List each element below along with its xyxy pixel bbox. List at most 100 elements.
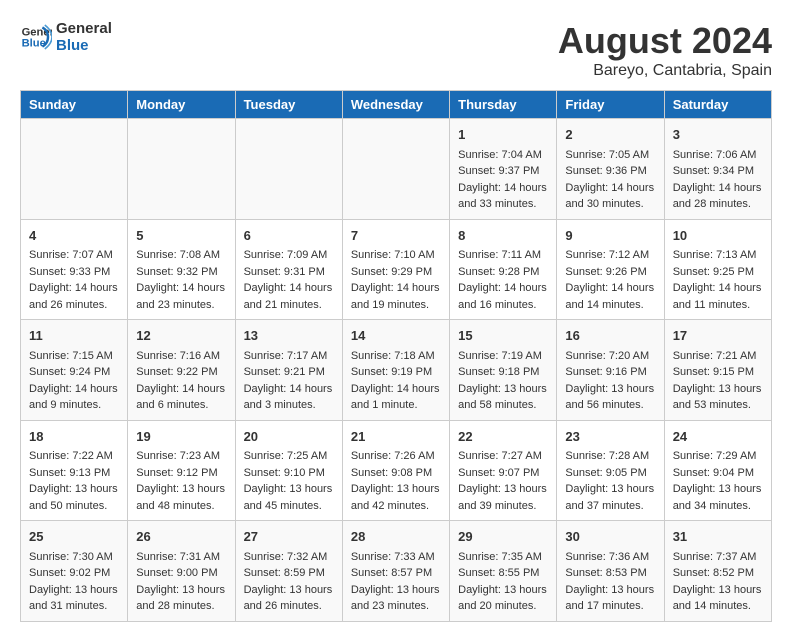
page-header: General Blue General Blue August 2024 Ba…: [20, 20, 772, 80]
calendar-cell: 23Sunrise: 7:28 AM Sunset: 9:05 PM Dayli…: [557, 420, 664, 521]
week-row-5: 25Sunrise: 7:30 AM Sunset: 9:02 PM Dayli…: [21, 521, 772, 622]
calendar-table: SundayMondayTuesdayWednesdayThursdayFrid…: [20, 90, 772, 622]
cell-content: Sunrise: 7:32 AM Sunset: 8:59 PM Dayligh…: [244, 549, 334, 615]
cell-content: Sunrise: 7:04 AM Sunset: 9:37 PM Dayligh…: [458, 147, 548, 213]
weekday-header-friday: Friday: [557, 91, 664, 119]
calendar-cell: 5Sunrise: 7:08 AM Sunset: 9:32 PM Daylig…: [128, 219, 235, 320]
weekday-header-saturday: Saturday: [664, 91, 771, 119]
day-number: 26: [136, 527, 226, 547]
calendar-cell: 1Sunrise: 7:04 AM Sunset: 9:37 PM Daylig…: [450, 119, 557, 220]
cell-content: Sunrise: 7:26 AM Sunset: 9:08 PM Dayligh…: [351, 448, 441, 514]
calendar-cell: 18Sunrise: 7:22 AM Sunset: 9:13 PM Dayli…: [21, 420, 128, 521]
day-number: 5: [136, 226, 226, 246]
weekday-header-tuesday: Tuesday: [235, 91, 342, 119]
calendar-cell: 2Sunrise: 7:05 AM Sunset: 9:36 PM Daylig…: [557, 119, 664, 220]
day-number: 29: [458, 527, 548, 547]
weekday-header-sunday: Sunday: [21, 91, 128, 119]
calendar-cell: 28Sunrise: 7:33 AM Sunset: 8:57 PM Dayli…: [342, 521, 449, 622]
day-number: 9: [565, 226, 655, 246]
day-number: 16: [565, 326, 655, 346]
calendar-cell: 24Sunrise: 7:29 AM Sunset: 9:04 PM Dayli…: [664, 420, 771, 521]
day-number: 1: [458, 125, 548, 145]
calendar-cell: 4Sunrise: 7:07 AM Sunset: 9:33 PM Daylig…: [21, 219, 128, 320]
week-row-2: 4Sunrise: 7:07 AM Sunset: 9:33 PM Daylig…: [21, 219, 772, 320]
day-number: 12: [136, 326, 226, 346]
day-number: 8: [458, 226, 548, 246]
calendar-cell: 15Sunrise: 7:19 AM Sunset: 9:18 PM Dayli…: [450, 320, 557, 421]
cell-content: Sunrise: 7:15 AM Sunset: 9:24 PM Dayligh…: [29, 348, 119, 414]
day-number: 21: [351, 427, 441, 447]
day-number: 7: [351, 226, 441, 246]
weekday-header-wednesday: Wednesday: [342, 91, 449, 119]
day-number: 3: [673, 125, 763, 145]
cell-content: Sunrise: 7:08 AM Sunset: 9:32 PM Dayligh…: [136, 247, 226, 313]
calendar-cell: 9Sunrise: 7:12 AM Sunset: 9:26 PM Daylig…: [557, 219, 664, 320]
calendar-cell: 12Sunrise: 7:16 AM Sunset: 9:22 PM Dayli…: [128, 320, 235, 421]
weekday-header-monday: Monday: [128, 91, 235, 119]
logo-icon: General Blue: [20, 21, 52, 53]
cell-content: Sunrise: 7:09 AM Sunset: 9:31 PM Dayligh…: [244, 247, 334, 313]
calendar-cell: 19Sunrise: 7:23 AM Sunset: 9:12 PM Dayli…: [128, 420, 235, 521]
calendar-cell: 25Sunrise: 7:30 AM Sunset: 9:02 PM Dayli…: [21, 521, 128, 622]
calendar-cell: [235, 119, 342, 220]
calendar-cell: 29Sunrise: 7:35 AM Sunset: 8:55 PM Dayli…: [450, 521, 557, 622]
svg-text:Blue: Blue: [22, 38, 46, 50]
weekday-header-row: SundayMondayTuesdayWednesdayThursdayFrid…: [21, 91, 772, 119]
day-number: 20: [244, 427, 334, 447]
calendar-cell: 31Sunrise: 7:37 AM Sunset: 8:52 PM Dayli…: [664, 521, 771, 622]
calendar-cell: 30Sunrise: 7:36 AM Sunset: 8:53 PM Dayli…: [557, 521, 664, 622]
cell-content: Sunrise: 7:23 AM Sunset: 9:12 PM Dayligh…: [136, 448, 226, 514]
calendar-cell: [342, 119, 449, 220]
day-number: 31: [673, 527, 763, 547]
calendar-cell: [21, 119, 128, 220]
day-number: 25: [29, 527, 119, 547]
calendar-cell: 26Sunrise: 7:31 AM Sunset: 9:00 PM Dayli…: [128, 521, 235, 622]
calendar-cell: 22Sunrise: 7:27 AM Sunset: 9:07 PM Dayli…: [450, 420, 557, 521]
day-number: 19: [136, 427, 226, 447]
calendar-cell: 14Sunrise: 7:18 AM Sunset: 9:19 PM Dayli…: [342, 320, 449, 421]
cell-content: Sunrise: 7:16 AM Sunset: 9:22 PM Dayligh…: [136, 348, 226, 414]
cell-content: Sunrise: 7:20 AM Sunset: 9:16 PM Dayligh…: [565, 348, 655, 414]
logo-line2: Blue: [56, 37, 112, 54]
cell-content: Sunrise: 7:12 AM Sunset: 9:26 PM Dayligh…: [565, 247, 655, 313]
cell-content: Sunrise: 7:06 AM Sunset: 9:34 PM Dayligh…: [673, 147, 763, 213]
calendar-cell: 8Sunrise: 7:11 AM Sunset: 9:28 PM Daylig…: [450, 219, 557, 320]
calendar-cell: 11Sunrise: 7:15 AM Sunset: 9:24 PM Dayli…: [21, 320, 128, 421]
day-number: 4: [29, 226, 119, 246]
cell-content: Sunrise: 7:37 AM Sunset: 8:52 PM Dayligh…: [673, 549, 763, 615]
calendar-cell: 20Sunrise: 7:25 AM Sunset: 9:10 PM Dayli…: [235, 420, 342, 521]
cell-content: Sunrise: 7:29 AM Sunset: 9:04 PM Dayligh…: [673, 448, 763, 514]
calendar-cell: 27Sunrise: 7:32 AM Sunset: 8:59 PM Dayli…: [235, 521, 342, 622]
calendar-cell: 6Sunrise: 7:09 AM Sunset: 9:31 PM Daylig…: [235, 219, 342, 320]
cell-content: Sunrise: 7:33 AM Sunset: 8:57 PM Dayligh…: [351, 549, 441, 615]
cell-content: Sunrise: 7:28 AM Sunset: 9:05 PM Dayligh…: [565, 448, 655, 514]
main-title: August 2024: [558, 20, 772, 62]
day-number: 18: [29, 427, 119, 447]
week-row-1: 1Sunrise: 7:04 AM Sunset: 9:37 PM Daylig…: [21, 119, 772, 220]
cell-content: Sunrise: 7:25 AM Sunset: 9:10 PM Dayligh…: [244, 448, 334, 514]
cell-content: Sunrise: 7:10 AM Sunset: 9:29 PM Dayligh…: [351, 247, 441, 313]
day-number: 27: [244, 527, 334, 547]
calendar-cell: 13Sunrise: 7:17 AM Sunset: 9:21 PM Dayli…: [235, 320, 342, 421]
weekday-header-thursday: Thursday: [450, 91, 557, 119]
day-number: 13: [244, 326, 334, 346]
cell-content: Sunrise: 7:31 AM Sunset: 9:00 PM Dayligh…: [136, 549, 226, 615]
cell-content: Sunrise: 7:07 AM Sunset: 9:33 PM Dayligh…: [29, 247, 119, 313]
cell-content: Sunrise: 7:05 AM Sunset: 9:36 PM Dayligh…: [565, 147, 655, 213]
subtitle: Bareyo, Cantabria, Spain: [558, 62, 772, 80]
cell-content: Sunrise: 7:19 AM Sunset: 9:18 PM Dayligh…: [458, 348, 548, 414]
cell-content: Sunrise: 7:30 AM Sunset: 9:02 PM Dayligh…: [29, 549, 119, 615]
day-number: 28: [351, 527, 441, 547]
day-number: 2: [565, 125, 655, 145]
calendar-cell: 17Sunrise: 7:21 AM Sunset: 9:15 PM Dayli…: [664, 320, 771, 421]
calendar-cell: 21Sunrise: 7:26 AM Sunset: 9:08 PM Dayli…: [342, 420, 449, 521]
calendar-cell: 7Sunrise: 7:10 AM Sunset: 9:29 PM Daylig…: [342, 219, 449, 320]
week-row-3: 11Sunrise: 7:15 AM Sunset: 9:24 PM Dayli…: [21, 320, 772, 421]
day-number: 30: [565, 527, 655, 547]
day-number: 24: [673, 427, 763, 447]
calendar-cell: [128, 119, 235, 220]
logo-line1: General: [56, 20, 112, 37]
cell-content: Sunrise: 7:13 AM Sunset: 9:25 PM Dayligh…: [673, 247, 763, 313]
day-number: 6: [244, 226, 334, 246]
day-number: 11: [29, 326, 119, 346]
